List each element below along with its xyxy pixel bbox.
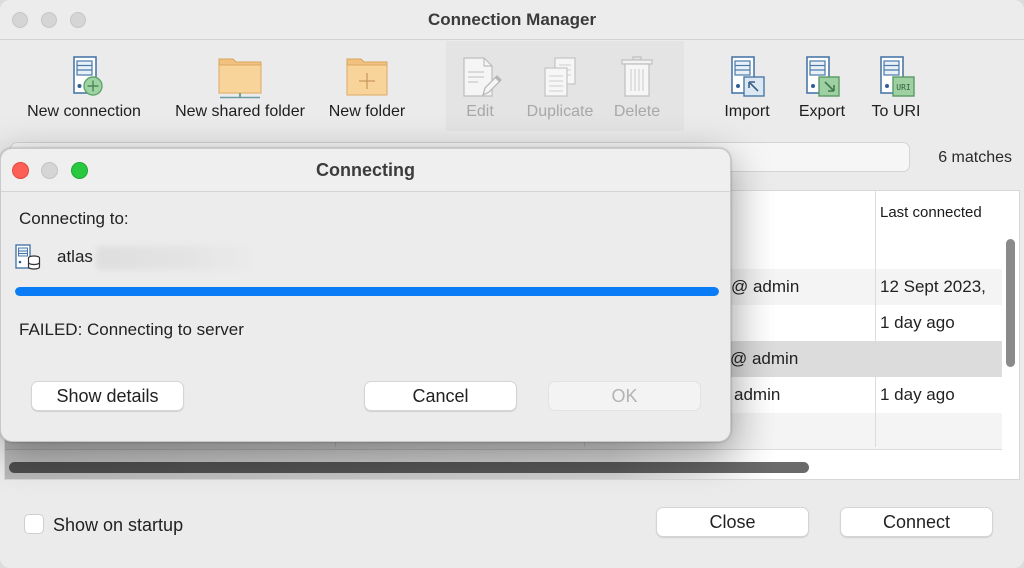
window-title: Connection Manager xyxy=(427,10,597,29)
to-uri-icon: URI xyxy=(880,56,915,97)
new-folder-label: New folder xyxy=(328,103,406,120)
connect-button[interactable]: Connect xyxy=(840,507,993,537)
edit-button[interactable]: Edit xyxy=(455,55,505,121)
import-icon xyxy=(731,56,765,97)
dialog-title: Connecting xyxy=(316,160,415,180)
connecting-dialog: Connecting Connecting to: atlas FAILED: … xyxy=(0,148,731,442)
import-label: Import xyxy=(724,103,770,120)
host-name: atlas xyxy=(57,247,93,266)
last-connected-cell: 1 day ago xyxy=(880,385,955,404)
edit-label: Edit xyxy=(466,103,494,120)
duplicate-icon xyxy=(544,57,576,97)
export-button[interactable]: Export xyxy=(795,55,849,121)
new-connection-icon xyxy=(73,56,103,96)
toolbar: New connection New shared folder New fol… xyxy=(0,41,1024,133)
horizontal-scrollbar[interactable] xyxy=(9,462,809,473)
uri-badge-text: URI xyxy=(896,83,911,92)
import-button[interactable]: Import xyxy=(720,55,774,121)
user-cell: @ admin xyxy=(731,277,800,296)
show-on-startup-checkbox[interactable] xyxy=(24,514,44,534)
connecting-to-label: Connecting to: xyxy=(19,209,129,228)
redacted-host-suffix xyxy=(96,246,256,270)
connection-status: FAILED: Connecting to server xyxy=(19,320,244,339)
connection-progress-bar xyxy=(15,287,719,296)
close-button[interactable]: Close xyxy=(656,507,809,537)
title-bar: Connection Manager xyxy=(0,0,1024,40)
export-icon xyxy=(806,56,840,97)
user-cell: admin xyxy=(734,385,781,404)
new-shared-folder-label: New shared folder xyxy=(175,103,305,120)
to-uri-button[interactable]: URI To URI xyxy=(868,55,924,121)
show-details-button[interactable]: Show details xyxy=(31,381,184,411)
header-separator xyxy=(875,191,876,233)
new-folder-button[interactable]: New folder xyxy=(325,55,409,121)
column-header-last-connected[interactable]: Last connected xyxy=(880,191,1000,233)
trash-icon xyxy=(621,56,653,97)
dialog-title-bar: Connecting xyxy=(1,149,730,192)
last-connected-cell: 1 day ago xyxy=(880,313,955,332)
duplicate-button[interactable]: Duplicate xyxy=(523,55,597,121)
shared-folder-icon xyxy=(218,58,262,99)
new-connection-label: New connection xyxy=(27,103,141,120)
delete-label: Delete xyxy=(613,103,661,120)
duplicate-label: Duplicate xyxy=(526,103,594,120)
to-uri-label: To URI xyxy=(871,103,921,120)
progress-fill xyxy=(15,287,719,296)
user-cell: @ admin xyxy=(730,349,799,368)
vertical-scrollbar[interactable] xyxy=(1006,239,1015,367)
cancel-button[interactable]: Cancel xyxy=(364,381,517,411)
show-on-startup-label: Show on startup xyxy=(53,515,184,535)
delete-button[interactable]: Delete xyxy=(611,55,663,121)
export-label: Export xyxy=(798,103,846,120)
last-connected-cell: 12 Sept 2023, xyxy=(880,277,986,296)
edit-icon xyxy=(463,57,502,97)
database-server-icon xyxy=(15,244,41,270)
table-bottom-border xyxy=(5,449,1002,450)
matches-count: 6 matches xyxy=(938,149,1012,166)
column-separator xyxy=(875,233,876,447)
ok-button[interactable]: OK xyxy=(548,381,701,411)
new-folder-icon xyxy=(346,58,388,96)
new-connection-button[interactable]: New connection xyxy=(22,55,146,121)
new-shared-folder-button[interactable]: New shared folder xyxy=(170,55,310,121)
